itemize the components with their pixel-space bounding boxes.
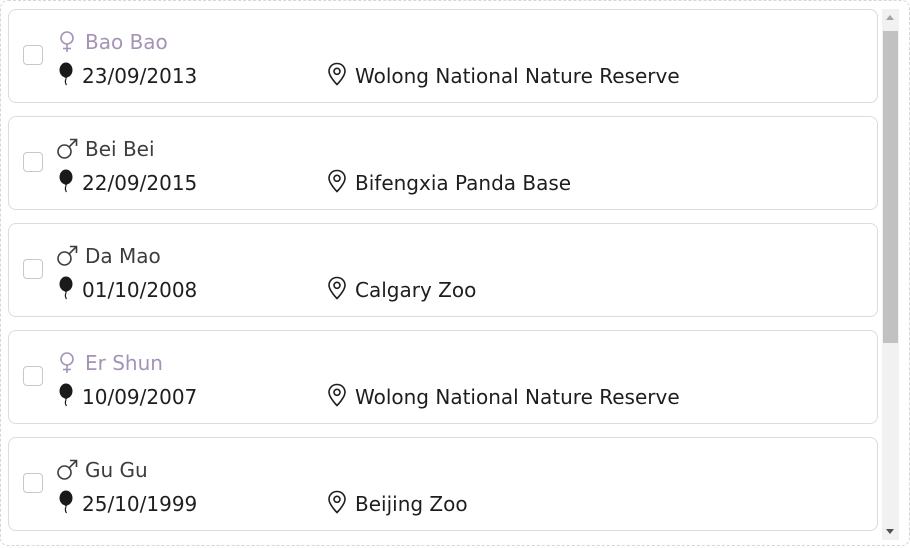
location: Wolong National Nature Reserve: [355, 64, 680, 88]
balloon-icon: [58, 276, 74, 304]
select-checkbox[interactable]: [23, 259, 43, 279]
birthdate: 25/10/1999: [82, 492, 198, 516]
map-pin-icon: [327, 276, 347, 304]
list-item[interactable]: Gu Gu 25/10/1999 Beijing Zoo: [8, 437, 878, 531]
birthdate-row: 10/09/2007: [58, 383, 197, 411]
name-row: Bao Bao: [55, 28, 168, 56]
panda-list: Bao Bao 23/09/2013 Wolong National Natur…: [8, 9, 878, 544]
panda-name: Da Mao: [85, 244, 161, 268]
panda-name: Gu Gu: [85, 458, 148, 482]
balloon-icon: [58, 62, 74, 90]
male-icon: [55, 458, 79, 482]
select-checkbox[interactable]: [23, 152, 43, 172]
scrollbar-thumb[interactable]: [883, 31, 898, 343]
birthdate-row: 23/09/2013: [58, 62, 197, 90]
birthdate-row: 01/10/2008: [58, 276, 197, 304]
panda-list-container: Bao Bao 23/09/2013 Wolong National Natur…: [0, 0, 910, 546]
female-icon: [55, 30, 79, 54]
location-row: Calgary Zoo: [327, 276, 476, 304]
male-icon: [55, 244, 79, 268]
location: Calgary Zoo: [355, 278, 477, 302]
birthdate: 23/09/2013: [82, 64, 198, 88]
select-checkbox[interactable]: [23, 45, 43, 65]
location: Wolong National Nature Reserve: [355, 385, 680, 409]
female-icon: [55, 351, 79, 375]
male-icon: [55, 137, 79, 161]
name-row: Er Shun: [55, 349, 163, 377]
name-row: Bei Bei: [55, 135, 155, 163]
balloon-icon: [58, 490, 74, 518]
location-row: Beijing Zoo: [327, 490, 468, 518]
map-pin-icon: [327, 383, 347, 411]
select-checkbox[interactable]: [23, 366, 43, 386]
balloon-icon: [58, 169, 74, 197]
location: Beijing Zoo: [355, 492, 468, 516]
birthdate: 22/09/2015: [82, 171, 198, 195]
scroll-up-arrow-icon[interactable]: [886, 15, 894, 20]
birthdate: 10/09/2007: [82, 385, 198, 409]
name-row: Da Mao: [55, 242, 161, 270]
list-item[interactable]: Bei Bei 22/09/2015 Bifengxia Panda Base: [8, 116, 878, 210]
list-item[interactable]: Er Shun 10/09/2007 Wolong National Natur…: [8, 330, 878, 424]
scroll-down-arrow-icon[interactable]: [886, 529, 894, 534]
birthdate: 01/10/2008: [82, 278, 198, 302]
panda-name: Bao Bao: [85, 30, 168, 54]
location-row: Wolong National Nature Reserve: [327, 383, 680, 411]
panda-name: Er Shun: [85, 351, 163, 375]
location-row: Wolong National Nature Reserve: [327, 62, 680, 90]
balloon-icon: [58, 383, 74, 411]
map-pin-icon: [327, 169, 347, 197]
vertical-scrollbar[interactable]: [882, 9, 899, 540]
name-row: Gu Gu: [55, 456, 148, 484]
birthdate-row: 25/10/1999: [58, 490, 197, 518]
location-row: Bifengxia Panda Base: [327, 169, 571, 197]
select-checkbox[interactable]: [23, 473, 43, 493]
list-item[interactable]: Da Mao 01/10/2008 Calgary Zoo: [8, 223, 878, 317]
location: Bifengxia Panda Base: [355, 171, 572, 195]
birthdate-row: 22/09/2015: [58, 169, 197, 197]
panda-name: Bei Bei: [85, 137, 155, 161]
map-pin-icon: [327, 62, 347, 90]
list-item[interactable]: Bao Bao 23/09/2013 Wolong National Natur…: [8, 9, 878, 103]
map-pin-icon: [327, 490, 347, 518]
